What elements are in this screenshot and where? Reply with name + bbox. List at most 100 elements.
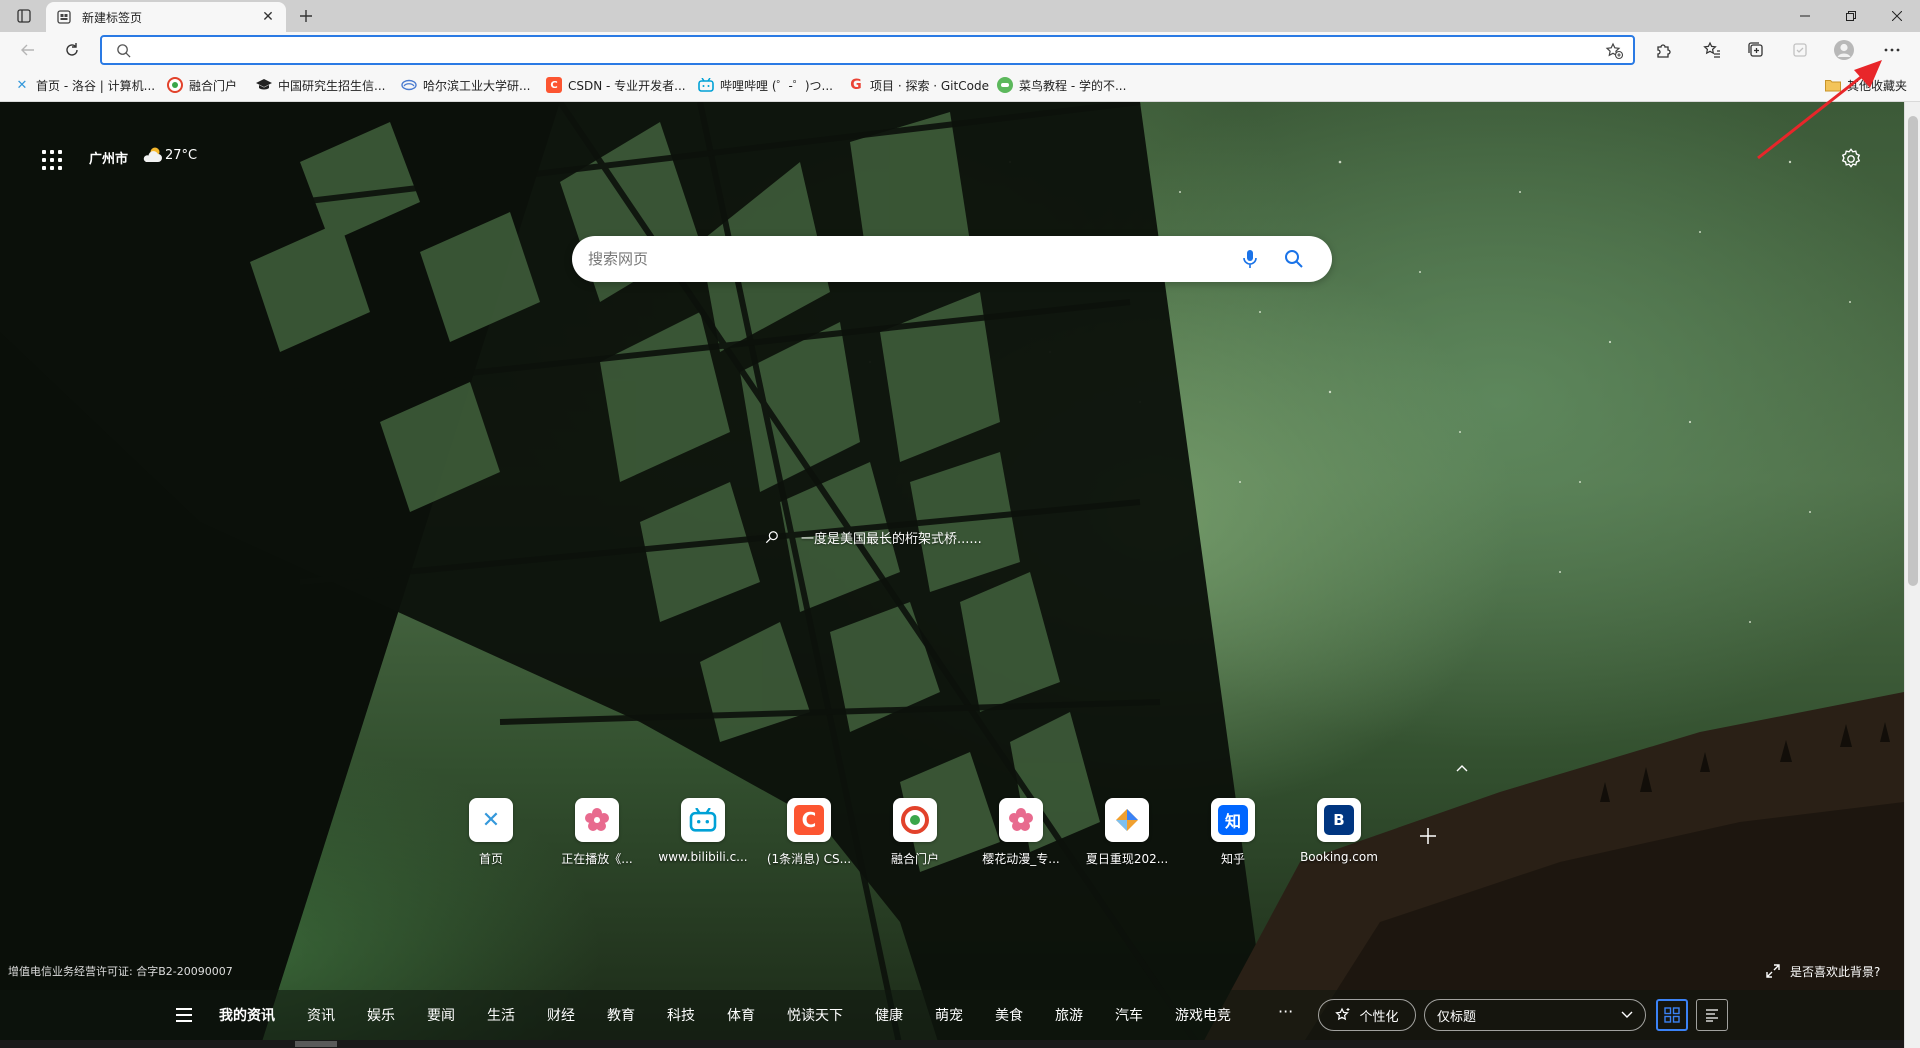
- runoob-icon: [997, 77, 1013, 93]
- close-icon: [1892, 11, 1902, 21]
- news-tab[interactable]: 健康: [875, 1005, 903, 1025]
- favorite-item-hit[interactable]: 哈尔滨工业大学研...: [401, 75, 530, 95]
- web-search-input[interactable]: [588, 248, 1208, 270]
- favorite-item-csdn[interactable]: C CSDN - 专业开发者...: [546, 75, 686, 95]
- luogu-icon: ✕: [16, 77, 28, 93]
- quick-link-label: 正在播放《...: [561, 852, 633, 866]
- graduation-cap-icon: [256, 77, 272, 93]
- sparkle-star-icon: [1335, 1007, 1351, 1023]
- horizontal-scrollbar[interactable]: [0, 1040, 1904, 1048]
- bilibili-icon: [698, 77, 714, 93]
- extensions-button[interactable]: [1650, 37, 1678, 63]
- luogu-icon: ✕: [469, 798, 513, 842]
- tab-new-tab[interactable]: 新建标签页 ✕: [46, 2, 286, 32]
- tab-actions-button[interactable]: [12, 6, 36, 26]
- plus-icon: [300, 10, 312, 22]
- favorite-label: 哈尔滨工业大学研...: [423, 78, 531, 93]
- google-icon: G: [850, 77, 862, 93]
- news-tab[interactable]: 游戏电竞: [1175, 1005, 1231, 1025]
- close-button[interactable]: [1874, 0, 1920, 32]
- news-tab[interactable]: 旅游: [1055, 1005, 1083, 1025]
- favorite-item-gitcode[interactable]: G 项目 · 探索 · GitCode: [848, 75, 989, 95]
- background-caption-link[interactable]: 一度是美国最长的桁架式桥......: [765, 528, 982, 547]
- news-tab[interactable]: 要闻: [427, 1005, 455, 1025]
- plus-icon: [1420, 828, 1436, 844]
- news-tab[interactable]: 悦读天下: [787, 1005, 843, 1025]
- news-tab[interactable]: 科技: [667, 1005, 695, 1025]
- search-submit-button[interactable]: [1282, 247, 1306, 271]
- news-tab[interactable]: 萌宠: [935, 1005, 963, 1025]
- web-search-box[interactable]: [572, 236, 1332, 282]
- favorite-label: 菜鸟教程 - 学的不...: [1019, 78, 1127, 93]
- favorite-item-yanzhao[interactable]: 中国研究生招生信...: [256, 75, 385, 95]
- favorites-button[interactable]: [1698, 37, 1726, 63]
- more-dots-icon: [1884, 48, 1900, 52]
- quick-link-tile[interactable]: www.bilibili.c...: [658, 798, 748, 864]
- news-tab[interactable]: 体育: [727, 1005, 755, 1025]
- portal-icon: [167, 77, 183, 93]
- quick-link-label: 融合门户: [890, 852, 939, 866]
- quick-link-label: www.bilibili.c...: [658, 850, 748, 864]
- quick-link-tile[interactable]: 知 知乎: [1188, 798, 1278, 867]
- portal-icon: [893, 798, 937, 842]
- quick-link-label: Booking.com: [1300, 850, 1378, 864]
- favorite-item-portal[interactable]: 融合门户: [167, 75, 237, 95]
- collapse-tiles-button[interactable]: [1452, 760, 1472, 776]
- refresh-icon: [66, 43, 78, 56]
- news-tab[interactable]: 汽车: [1115, 1005, 1143, 1025]
- address-bar[interactable]: [100, 35, 1635, 65]
- quick-link-tile[interactable]: 融合门户: [870, 798, 960, 867]
- favorite-item-bilibili[interactable]: 哔哩哔哩 (゜-゜)つ...: [698, 75, 833, 95]
- title-bar: 新建标签页 ✕: [0, 0, 1920, 32]
- news-feed-bar: 我的资讯 资讯 娱乐 要闻 生活 财经 教育 科技 体育 悦读天下 健康 萌宠 …: [0, 990, 1904, 1040]
- restore-button[interactable]: [1828, 0, 1874, 32]
- back-button[interactable]: [14, 37, 42, 63]
- tab-close-icon[interactable]: ✕: [260, 9, 276, 25]
- like-background-button[interactable]: 是否喜欢此背景?: [1766, 962, 1880, 980]
- new-tab-button[interactable]: [294, 5, 318, 27]
- add-quick-link-button[interactable]: [1414, 822, 1442, 850]
- quick-link-tile[interactable]: 夏日重现202...: [1082, 798, 1172, 867]
- favorite-item-runoob[interactable]: 菜鸟教程 - 学的不...: [997, 75, 1126, 95]
- add-favorite-icon[interactable]: [1605, 42, 1624, 63]
- quick-link-tile[interactable]: 樱花动漫_专...: [976, 798, 1066, 867]
- search-icon: [1285, 250, 1303, 268]
- personalize-button[interactable]: 个性化: [1318, 999, 1416, 1031]
- news-more-button[interactable]: ···: [1278, 1002, 1293, 1021]
- weather-city[interactable]: 广州市: [89, 148, 128, 167]
- news-tab[interactable]: 娱乐: [367, 1005, 395, 1025]
- quick-link-tile[interactable]: B Booking.com: [1294, 798, 1384, 864]
- apps-launcher-button[interactable]: [40, 148, 64, 172]
- csdn-icon: C: [546, 77, 562, 93]
- list-view-button[interactable]: [1696, 999, 1728, 1031]
- search-icon: [116, 43, 131, 61]
- minimize-button[interactable]: [1782, 0, 1828, 32]
- news-tab[interactable]: 资讯: [307, 1005, 335, 1025]
- news-tab[interactable]: 生活: [487, 1005, 515, 1025]
- news-tab-my-news[interactable]: 我的资讯: [219, 1005, 275, 1025]
- grid-view-button[interactable]: [1656, 999, 1688, 1031]
- news-menu-button[interactable]: [176, 1005, 196, 1025]
- license-text[interactable]: 增值电信业务经营许可证: 合字B2-20090007: [8, 963, 233, 979]
- favorites-star-icon: [1703, 41, 1720, 58]
- vertical-scrollbar[interactable]: [1904, 102, 1920, 1048]
- favorite-item-luogu[interactable]: ✕ 首页 - 洛谷 | 计算机...: [14, 75, 156, 95]
- news-tab[interactable]: 教育: [607, 1005, 635, 1025]
- news-tab[interactable]: 财经: [547, 1005, 575, 1025]
- csdn-icon: C: [787, 798, 831, 842]
- weather-temperature[interactable]: 27°C: [165, 148, 197, 163]
- grid-icon: [1664, 1007, 1680, 1023]
- refresh-button[interactable]: [58, 37, 86, 63]
- quick-link-tile[interactable]: ✕ 首页: [446, 798, 536, 867]
- chevron-up-icon: [1456, 765, 1468, 772]
- favorite-label: 首页 - 洛谷 | 计算机...: [36, 78, 156, 93]
- quick-link-tile[interactable]: C (1条消息) CS...: [764, 798, 854, 867]
- voice-search-button[interactable]: [1238, 247, 1262, 271]
- quick-link-label: (1条消息) CS...: [766, 852, 852, 866]
- tab-title: 新建标签页: [82, 10, 143, 25]
- news-tab[interactable]: 美食: [995, 1005, 1023, 1025]
- content-layout-select[interactable]: 仅标题: [1424, 999, 1646, 1031]
- quick-link-tile[interactable]: 正在播放《...: [552, 798, 642, 867]
- address-input[interactable]: [142, 40, 1572, 60]
- new-tab-page-icon: [56, 9, 72, 25]
